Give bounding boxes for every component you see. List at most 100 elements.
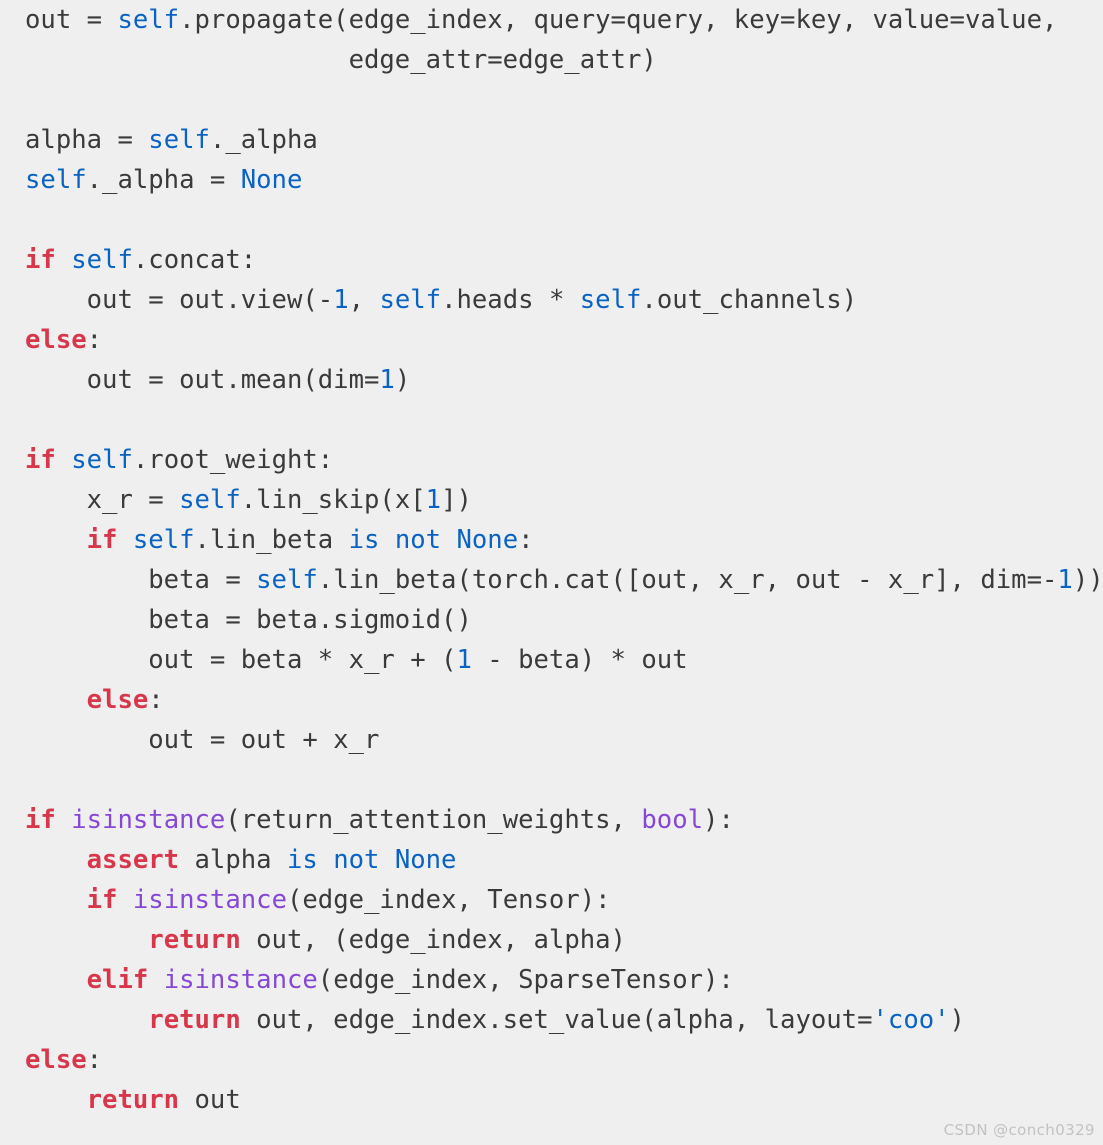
code-token: out = beta * x_r + ( [25, 645, 457, 675]
code-lines-container: out = self.propagate(edge_index, query=q… [0, 0, 1103, 1120]
code-line: if self.lin_beta is not None: [0, 520, 1103, 560]
code-token: else [25, 325, 87, 355]
code-token: is not None [286, 845, 457, 875]
code-token: if [25, 445, 56, 475]
code-line: return out, (edge_index, alpha) [0, 920, 1103, 960]
code-token: beta = [25, 565, 257, 595]
code-token: - beta) * out [471, 645, 688, 675]
code-token: else [25, 1045, 87, 1075]
code-token: .lin_beta(torch.cat([out, x_r, out - x_r… [317, 565, 1058, 595]
code-token: elif [86, 965, 149, 995]
code-token: assert [86, 845, 180, 875]
code-line: else: [0, 680, 1103, 720]
code-token: : [518, 525, 534, 555]
code-token: .root_weight: [132, 445, 334, 475]
code-token: alpha [179, 845, 287, 875]
code-line: if isinstance(return_attention_weights, … [0, 800, 1103, 840]
code-token: ) [949, 1005, 965, 1035]
code-token: bool [641, 805, 704, 835]
code-token: self [179, 485, 241, 515]
code-token: alpha = [25, 125, 149, 155]
code-token: out [179, 1085, 241, 1115]
code-line: out = out.view(-1, self.heads * self.out… [0, 280, 1103, 320]
code-token: isinstance [71, 805, 226, 835]
code-token: isinstance [163, 965, 318, 995]
code-token: edge_attr=edge_attr) [25, 45, 657, 75]
code-token: isinstance [132, 885, 287, 915]
code-line: if self.root_weight: [0, 440, 1103, 480]
code-token: else [86, 685, 149, 715]
code-token: (edge_index, Tensor): [286, 885, 611, 915]
code-line: out = self.propagate(edge_index, query=q… [0, 0, 1103, 40]
code-line: self._alpha = None [0, 160, 1103, 200]
code-token: .lin_skip(x[ [240, 485, 426, 515]
code-token: .heads * [441, 285, 580, 315]
code-token: .concat: [132, 245, 257, 275]
code-token: self [256, 565, 318, 595]
code-token: : [148, 685, 164, 715]
code-token: self [71, 445, 133, 475]
code-token: ) [394, 365, 411, 395]
code-line: elif isinstance(edge_index, SparseTensor… [0, 960, 1103, 1000]
code-token: self [148, 125, 210, 155]
code-token: return [86, 1085, 180, 1115]
code-token: out = out.view(- [25, 285, 334, 315]
code-token: (edge_index, SparseTensor): [317, 965, 734, 995]
code-token: 1 [333, 285, 349, 315]
code-token: out = out + x_r [25, 725, 380, 755]
code-token: return [148, 1005, 241, 1035]
code-token: out = out.mean(dim= [25, 365, 380, 395]
code-token: ]) [441, 485, 472, 515]
code-line: beta = beta.sigmoid() [0, 600, 1103, 640]
code-token: ._alpha = [86, 165, 241, 195]
code-token: beta = beta.sigmoid() [25, 605, 472, 635]
code-token: , [348, 285, 380, 315]
code-token: x_r = [25, 485, 180, 515]
code-token: 1 [379, 365, 395, 395]
code-token: self [132, 525, 195, 555]
code-line: x_r = self.lin_skip(x[1]) [0, 480, 1103, 520]
code-line: alpha = self._alpha [0, 120, 1103, 160]
code-token: )) [1072, 565, 1103, 595]
code-line: else: [0, 1040, 1103, 1080]
code-token: self [579, 285, 642, 315]
code-token: out = [25, 5, 118, 35]
code-line: return out [0, 1080, 1103, 1120]
code-line: out = out.mean(dim=1) [0, 360, 1103, 400]
code-token: self [379, 285, 442, 315]
code-line: if isinstance(edge_index, Tensor): [0, 880, 1103, 920]
code-token: : [86, 1045, 103, 1075]
code-token: self [117, 5, 180, 35]
code-token: ): [703, 805, 734, 835]
code-token: if [86, 885, 118, 915]
code-token: self [25, 165, 87, 195]
code-line: return out, edge_index.set_value(alpha, … [0, 1000, 1103, 1040]
code-line: beta = self.lin_beta(torch.cat([out, x_r… [0, 560, 1103, 600]
code-line: if self.concat: [0, 240, 1103, 280]
code-line: assert alpha is not None [0, 840, 1103, 880]
code-token: (return_attention_weights, [225, 805, 642, 835]
code-token: out, (edge_index, alpha) [240, 925, 626, 955]
code-token: if [25, 245, 56, 275]
code-token: 1 [456, 645, 472, 675]
code-token: if [86, 525, 118, 555]
code-line: out = out + x_r [0, 720, 1103, 760]
